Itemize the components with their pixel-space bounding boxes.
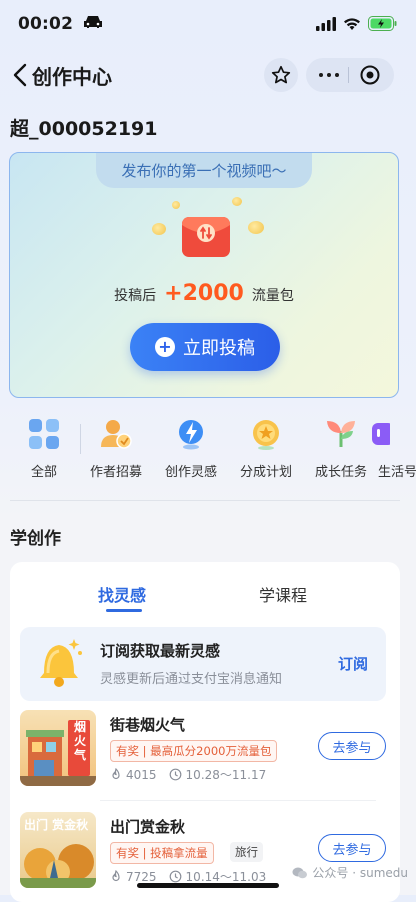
tab-courses[interactable]: 学课程 [259, 582, 307, 606]
reward-suffix: 流量包 [251, 288, 294, 304]
shortcut-label: 作者招募 [89, 465, 142, 480]
lightning-icon [174, 417, 208, 451]
divider [100, 800, 376, 801]
submit-now-label: 立即投稿 [183, 338, 255, 359]
subscribe-banner: 订阅获取最新灵感 灵感更新后通过支付宝消息通知 订阅 [20, 627, 386, 701]
clock-icon [169, 768, 181, 781]
star-icon [271, 65, 291, 84]
shortcut-row: 全部 作者招募 创作灵感 分成计划 成长任务 生活号 [0, 417, 416, 487]
reward-prefix: 投稿后 [114, 288, 157, 304]
recruit-icon [99, 417, 133, 451]
tab-find-inspiration[interactable]: 找灵感 [98, 582, 146, 606]
battery-icon [368, 16, 397, 31]
shortcut-label: 分成计划 [239, 465, 292, 480]
promo-tab-text: 发布你的第一个视频吧～ [121, 161, 287, 180]
join-button[interactable]: 去参与 [318, 834, 386, 862]
flame-icon [112, 870, 120, 882]
learn-card: 找灵感 学课程 订阅获取最新灵感 灵感更新后通过支付宝消息通知 订阅 烟火气 街… [10, 562, 400, 902]
favorite-button[interactable] [264, 58, 298, 92]
shortcut-all[interactable]: 全部 [4, 417, 84, 480]
subscribe-desc: 灵感更新后通过支付宝消息通知 [100, 672, 283, 687]
active-tab-indicator [106, 609, 142, 612]
page-title: 创作中心 [32, 65, 112, 89]
reward-amount: +2000 [164, 281, 244, 306]
coin-icon [152, 223, 166, 235]
signal-icon [316, 16, 336, 31]
miniapp-capsule [306, 58, 394, 92]
plus-icon: + [155, 337, 175, 357]
clock-icon [169, 870, 181, 883]
status-icons [316, 16, 398, 31]
item-thumbnail: 烟火气 [20, 710, 96, 786]
promo-tab: 发布你的第一个视频吧～ [96, 153, 312, 188]
red-envelope-icon [182, 217, 230, 257]
view-count: 7725 [126, 869, 157, 884]
shortcut-author-recruit[interactable]: 作者招募 [76, 417, 156, 480]
status-time: 00:02 [18, 14, 103, 34]
sprout-icon [324, 417, 358, 451]
view-count: 4015 [126, 767, 157, 782]
coin-icon [232, 197, 242, 206]
subscribe-button[interactable]: 订阅 [338, 653, 368, 674]
car-icon [84, 16, 103, 28]
wifi-icon [344, 17, 360, 30]
join-button[interactable]: 去参与 [318, 732, 386, 760]
life-icon [372, 417, 406, 451]
chevron-left-icon [13, 63, 27, 87]
reward-line: 投稿后 +2000 流量包 [10, 281, 398, 306]
reward-tag: 有奖 | 最高瓜分2000万流量包 [110, 740, 278, 762]
medal-icon [249, 417, 283, 451]
home-indicator [137, 883, 279, 888]
thumbnail-text: 烟火气 [74, 720, 87, 762]
section-title: 学创作 [10, 529, 61, 549]
item-thumbnail: 出门 赏金秋 [20, 812, 96, 888]
inspiration-item[interactable]: 烟火气 街巷烟火气 有奖 | 最高瓜分2000万流量包 4015 10.28～1… [20, 710, 386, 792]
coin-icon [248, 221, 264, 234]
submit-now-button[interactable]: + 立即投稿 [130, 323, 280, 371]
divider [80, 424, 81, 454]
close-miniapp-icon[interactable] [359, 64, 381, 86]
category-tag: 旅行 [230, 842, 263, 862]
shortcut-label: 生活号 [378, 465, 416, 480]
watermark-text: 公众号 · sumedu [312, 866, 408, 880]
wechat-icon [292, 867, 308, 878]
grid-icon [27, 417, 61, 451]
flame-icon [112, 768, 120, 780]
back-button[interactable] [10, 60, 32, 90]
shortcut-growth-tasks[interactable]: 成长任务 [301, 417, 381, 480]
coin-icon [172, 201, 180, 209]
shortcut-inspiration[interactable]: 创作灵感 [151, 417, 231, 480]
subscribe-title: 订阅获取最新灵感 [100, 642, 221, 660]
thumbnail-text: 出门 赏金秋 [24, 818, 89, 832]
shortcut-label: 成长任务 [314, 465, 367, 480]
account-name: 超_000052191 [10, 118, 158, 140]
shortcut-label: 全部 [30, 465, 57, 480]
item-title: 街巷烟火气 [110, 716, 186, 734]
watermark: 公众号 · sumedu [292, 864, 408, 881]
inspiration-item[interactable]: 出门 赏金秋 出门赏金秋 有奖 | 投稿拿流量 旅行 7725 10.14～11… [20, 812, 386, 894]
bell-icon [40, 639, 82, 687]
reward-tag: 有奖 | 投稿拿流量 [110, 842, 214, 864]
more-button[interactable] [318, 73, 339, 77]
shortcut-label: 创作灵感 [164, 465, 217, 480]
divider [10, 500, 400, 501]
item-title: 出门赏金秋 [110, 818, 186, 836]
first-video-promo-card: 发布你的第一个视频吧～ 投稿后 +2000 流量包 + 立即投稿 [9, 152, 399, 398]
shortcut-revenue-plan[interactable]: 分成计划 [226, 417, 306, 480]
item-meta: 4015 10.28～11.17 [110, 766, 266, 783]
date-range: 10.28～11.17 [185, 768, 267, 782]
shortcut-life-account[interactable]: 生活号 [372, 417, 416, 480]
